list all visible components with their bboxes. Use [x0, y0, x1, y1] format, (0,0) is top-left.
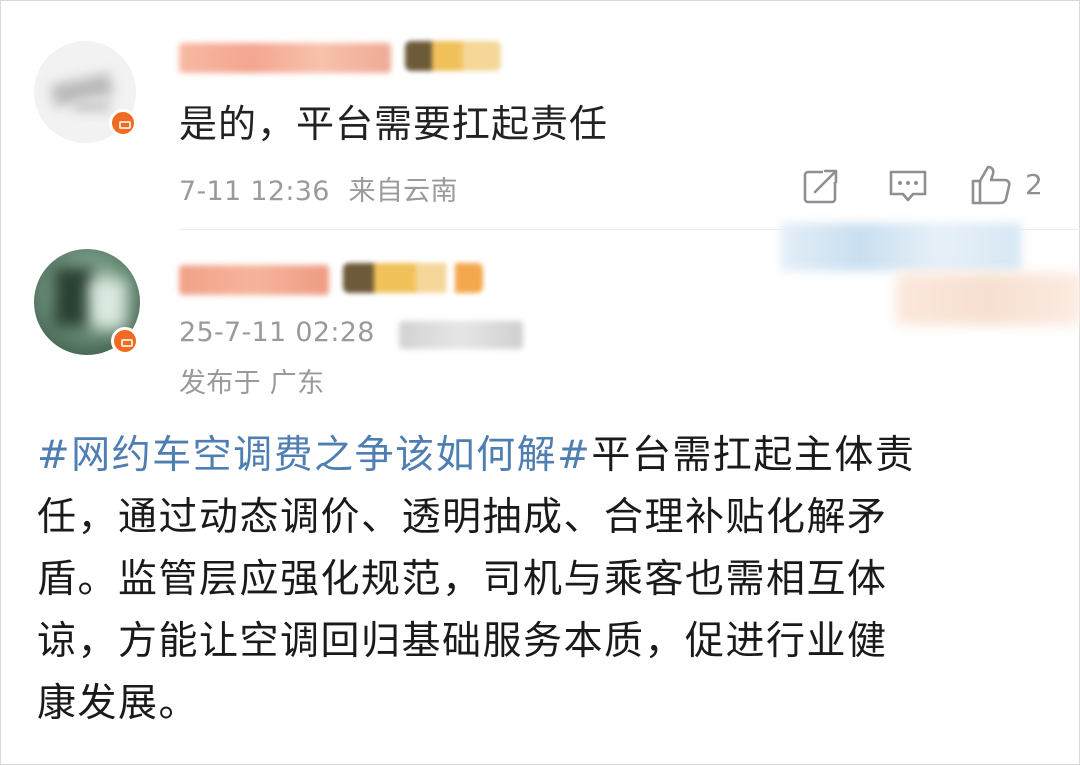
blurred-region [896, 273, 1080, 325]
vip-badge-icon [405, 41, 501, 71]
post-time: 25-7-11 02:28 [179, 317, 375, 348]
post-body-text: 平台需扛起主体责 [591, 433, 916, 478]
post-body-line: #网约车空调费之争该如何解#平台需扛起主体责 [37, 425, 1037, 487]
screenshot-frame: 是的，平台需要扛起责任 7-11 12:36 来自云南 2 25-7-11 02… [0, 0, 1080, 765]
post-body-line: 任，通过动态调价、透明抽成、合理补贴化解矛 [37, 495, 888, 540]
comment-meta: 7-11 12:36 来自云南 [179, 169, 458, 208]
comment-time: 7-11 12:36 [179, 176, 330, 207]
comment-icon [889, 170, 927, 202]
hashtag-link[interactable]: #网约车空调费之争该如何解# [37, 433, 591, 478]
verified-badge-icon [109, 109, 137, 137]
post-body-line: 盾。监管层应强化规范，司机与乘客也需相互体 [37, 557, 888, 602]
share-icon [803, 168, 839, 204]
post-body-line: 康发展。 [37, 681, 200, 726]
username-blurred[interactable] [179, 43, 391, 73]
post-body-line: 谅，方能让空调回归基础服务本质，促进行业健 [37, 619, 888, 664]
username-blurred[interactable] [179, 265, 329, 295]
comment-button[interactable] [887, 166, 929, 206]
like-count: 2 [1025, 168, 1043, 201]
comment-text: 是的，平台需要扛起责任 [179, 102, 609, 146]
vip-badge-icon [343, 263, 483, 293]
comment-source: 来自云南 [348, 176, 458, 207]
thumbs-up-icon [971, 165, 1011, 205]
blurred-region [781, 223, 1021, 271]
post-client-blurred [399, 321, 523, 349]
share-button[interactable] [801, 166, 841, 206]
post-body: #网约车空调费之争该如何解#平台需扛起主体责 任，通过动态调价、透明抽成、合理补… [37, 425, 1037, 735]
like-button[interactable]: 2 [969, 163, 1049, 207]
verified-badge-icon [111, 327, 139, 355]
post-location: 发布于 广东 [179, 368, 325, 399]
